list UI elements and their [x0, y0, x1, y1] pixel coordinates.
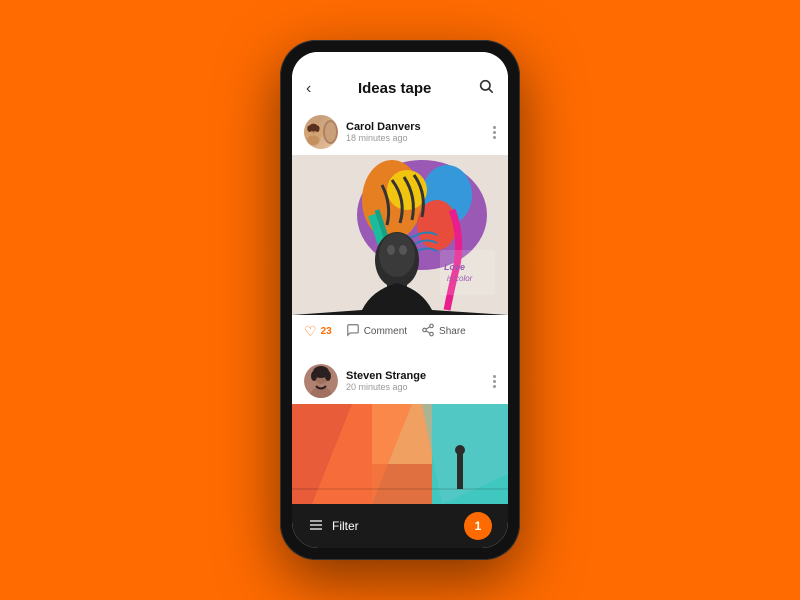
user-name-2: Steven Strange [346, 370, 426, 382]
feed: Carol Danvers 18 minutes ago [292, 107, 508, 504]
post-actions-1: ♡ 23 Comment [292, 315, 508, 348]
post-menu-1[interactable] [493, 126, 496, 139]
page-title: Ideas tape [358, 80, 431, 97]
post-time-2: 20 minutes ago [346, 382, 426, 392]
comment-button-1[interactable]: Comment [346, 323, 407, 340]
avatar-steven [304, 364, 338, 398]
avatar-carol [304, 115, 338, 149]
phone-frame: ‹ Ideas tape [280, 40, 520, 560]
share-button-1[interactable]: Share [421, 323, 466, 340]
filter-area[interactable]: Filter [308, 517, 359, 536]
svg-text:Love: Love [444, 262, 465, 272]
like-button-1[interactable]: ♡ 23 [304, 323, 332, 340]
comment-label-1: Comment [364, 326, 407, 337]
user-name-1: Carol Danvers [346, 121, 421, 133]
comment-icon [346, 323, 360, 340]
filter-label: Filter [332, 519, 359, 533]
post-image-1: Love is color [292, 155, 508, 315]
share-icon [421, 323, 435, 340]
notification-badge[interactable]: 1 [464, 512, 492, 540]
like-count-1: 23 [321, 326, 332, 337]
post-time-1: 18 minutes ago [346, 133, 421, 143]
share-label-1: Share [439, 326, 466, 337]
post-card-1: Carol Danvers 18 minutes ago [292, 107, 508, 348]
search-button[interactable] [478, 78, 494, 99]
user-text-block-2: Steven Strange 20 minutes ago [346, 370, 426, 392]
svg-text:is color: is color [447, 274, 473, 283]
filter-icon [308, 517, 324, 536]
phone-screen: ‹ Ideas tape [292, 52, 508, 548]
back-button[interactable]: ‹ [306, 80, 311, 98]
bottom-bar: Filter 1 [292, 504, 508, 548]
post-card-2: Steven Strange 20 minutes ago [292, 356, 508, 504]
top-nav: ‹ Ideas tape [292, 72, 508, 107]
post-image-2 [292, 404, 508, 504]
heart-icon: ♡ [304, 323, 317, 340]
post-menu-2[interactable] [493, 375, 496, 388]
post-user-info-1: Carol Danvers 18 minutes ago [304, 115, 421, 149]
post-user-info-2: Steven Strange 20 minutes ago [304, 364, 426, 398]
post-header-2: Steven Strange 20 minutes ago [292, 356, 508, 404]
post-header-1: Carol Danvers 18 minutes ago [292, 107, 508, 155]
status-bar [292, 52, 508, 72]
user-text-block-1: Carol Danvers 18 minutes ago [346, 121, 421, 143]
